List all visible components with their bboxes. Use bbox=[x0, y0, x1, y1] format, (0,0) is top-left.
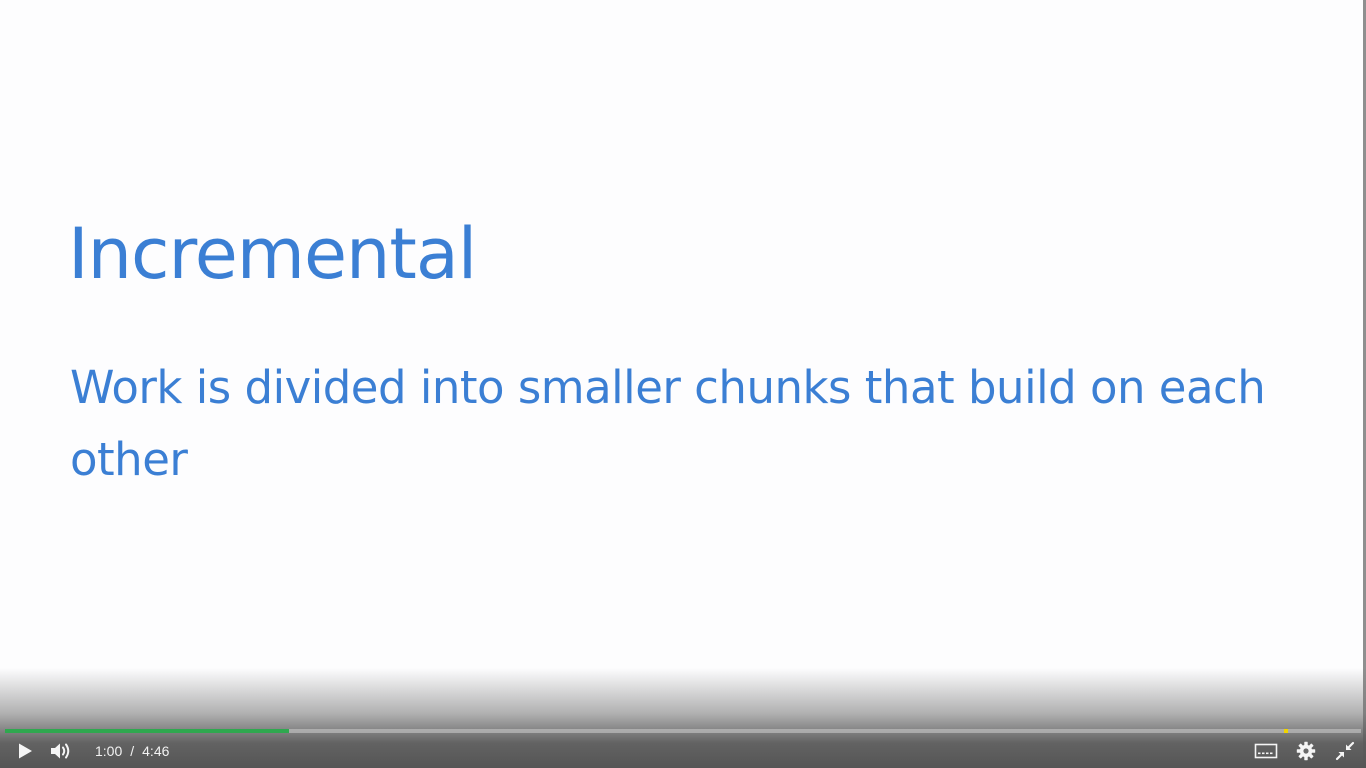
volume-button[interactable] bbox=[47, 737, 75, 765]
volume-icon bbox=[49, 741, 73, 761]
gear-icon bbox=[1296, 741, 1316, 761]
play-button[interactable] bbox=[12, 737, 38, 765]
exit-fullscreen-button[interactable] bbox=[1333, 737, 1357, 765]
slide-title: Incremental bbox=[68, 213, 477, 295]
slide-body-text: Work is divided into smaller chunks that… bbox=[70, 361, 1266, 486]
video-player[interactable]: Incremental Work is divided into smaller… bbox=[0, 0, 1366, 768]
time-separator: / bbox=[130, 743, 135, 759]
progress-played bbox=[5, 729, 290, 733]
captions-icon bbox=[1254, 742, 1278, 760]
progress-chapter-marker bbox=[1284, 729, 1288, 733]
time-display: 1:00 / 4:46 bbox=[95, 742, 169, 760]
progress-bar[interactable] bbox=[5, 729, 1361, 733]
captions-button[interactable] bbox=[1253, 737, 1279, 765]
controls-gradient bbox=[0, 668, 1366, 768]
duration: 4:46 bbox=[142, 743, 170, 759]
current-time: 1:00 bbox=[95, 743, 123, 759]
settings-button[interactable] bbox=[1294, 737, 1318, 765]
exit-fullscreen-icon bbox=[1335, 741, 1355, 761]
play-icon bbox=[16, 742, 34, 760]
